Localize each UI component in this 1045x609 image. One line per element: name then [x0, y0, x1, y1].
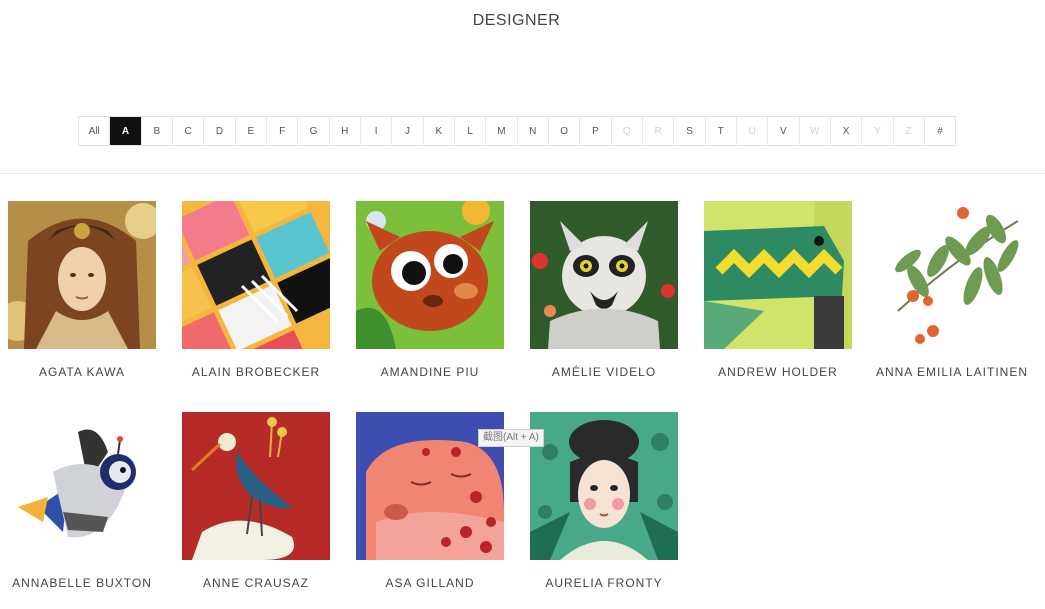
filter-letter-y: Y [862, 117, 894, 145]
filter-letter-v[interactable]: V [768, 117, 800, 145]
designer-name[interactable]: ANNA EMILIA LAITINEN [865, 363, 1039, 381]
filter-letter-q: Q [612, 117, 643, 145]
designer-thumbnail[interactable] [8, 201, 156, 349]
filter-letter-d[interactable]: D [204, 117, 236, 145]
filter-letter-all[interactable]: All [79, 117, 111, 145]
filter-letter-i[interactable]: I [361, 117, 393, 145]
filter-letter-z: Z [894, 117, 925, 145]
filter-letter-e[interactable]: E [236, 117, 267, 145]
designer-thumbnail[interactable] [182, 412, 330, 560]
designer-thumbnail[interactable] [878, 201, 1026, 349]
designer-card[interactable]: ANNE CRAUSAZ [169, 412, 343, 592]
designer-thumbnail[interactable] [356, 201, 504, 349]
filter-letter-p[interactable]: P [580, 117, 612, 145]
alphabet-filter-bar: All A B C D E F G H I J K L M N O P Q R S T U V W X Y Z # [78, 116, 956, 146]
designer-name[interactable]: ANNABELLE BUXTON [0, 574, 169, 592]
screenshot-tooltip: 截图(Alt + A) [478, 429, 544, 447]
designer-card[interactable]: AMÉLIE VIDELO [517, 201, 691, 381]
filter-letter-l[interactable]: L [455, 117, 487, 145]
filter-letter-s[interactable]: S [674, 117, 706, 145]
filter-letter-g[interactable]: G [298, 117, 330, 145]
designer-thumbnail[interactable] [8, 412, 156, 560]
designer-thumbnail[interactable] [182, 201, 330, 349]
designer-thumbnail[interactable] [704, 201, 852, 349]
divider [0, 173, 1045, 174]
filter-letter-a[interactable]: A [110, 117, 142, 145]
designer-name[interactable]: ANDREW HOLDER [691, 363, 865, 381]
designer-card[interactable]: AMANDINE PIU [343, 201, 517, 381]
filter-letter-c[interactable]: C [173, 117, 205, 145]
filter-letter-u: U [737, 117, 769, 145]
filter-letter-k[interactable]: K [424, 117, 455, 145]
designer-thumbnail[interactable] [530, 412, 678, 560]
filter-letter-f[interactable]: F [267, 117, 299, 145]
designer-card[interactable]: ANNABELLE BUXTON [0, 412, 169, 592]
filter-letter-b[interactable]: B [142, 117, 173, 145]
designer-name[interactable]: AGATA KAWA [0, 363, 169, 381]
designer-card[interactable]: ANDREW HOLDER [691, 201, 865, 381]
filter-letter-hash[interactable]: # [925, 117, 955, 145]
designer-card[interactable]: ANNA EMILIA LAITINEN [865, 201, 1039, 381]
designer-card[interactable]: AGATA KAWA [0, 201, 169, 381]
filter-letter-w: W [800, 117, 831, 145]
designer-name[interactable]: ALAIN BROBECKER [169, 363, 343, 381]
designer-name[interactable]: AMANDINE PIU [343, 363, 517, 381]
page-title: DESIGNER [472, 12, 561, 29]
filter-letter-h[interactable]: H [330, 117, 361, 145]
designer-card[interactable]: ALAIN BROBECKER [169, 201, 343, 381]
filter-letter-x[interactable]: X [831, 117, 863, 145]
filter-letter-r: R [643, 117, 675, 145]
filter-letter-n[interactable]: N [518, 117, 549, 145]
designer-name[interactable]: ANNE CRAUSAZ [169, 574, 343, 592]
filter-letter-t[interactable]: T [706, 117, 737, 145]
designer-name[interactable]: AURELIA FRONTY [517, 574, 691, 592]
designer-thumbnail[interactable] [530, 201, 678, 349]
filter-letter-j[interactable]: J [392, 117, 424, 145]
filter-letter-o[interactable]: O [549, 117, 581, 145]
designer-name[interactable]: AMÉLIE VIDELO [517, 363, 691, 381]
filter-letter-m[interactable]: M [486, 117, 518, 145]
designer-name[interactable]: ASA GILLAND [343, 574, 517, 592]
